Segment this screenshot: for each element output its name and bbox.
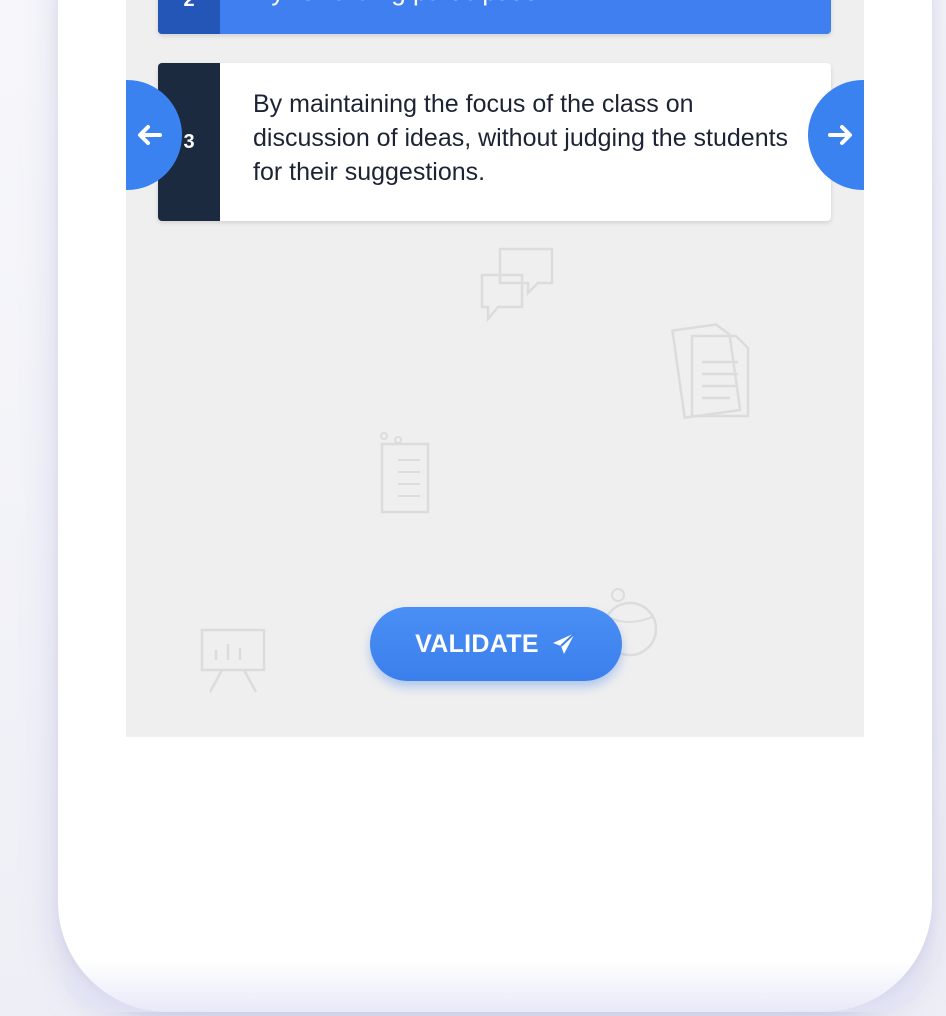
answer-option-3[interactable]: 3 By maintaining the focus of the class …: [158, 63, 831, 221]
quiz-screen: 2 By rewarding participation. 3 By maint…: [126, 0, 864, 737]
documents-icon: [671, 323, 750, 420]
validate-button[interactable]: VALIDATE: [370, 607, 622, 681]
presentation-board-icon: [200, 628, 266, 693]
arrow-left-icon: [138, 125, 162, 145]
chat-bubbles-icon: [480, 247, 554, 323]
arrow-right-icon: [828, 125, 852, 145]
answer-number: 2: [158, 0, 220, 34]
paper-plane-icon: [552, 632, 576, 654]
answer-option-2[interactable]: 2 By rewarding participation.: [158, 0, 831, 34]
clipboard-list-icon: [380, 432, 430, 514]
answer-text: By rewarding participation.: [220, 0, 560, 34]
answer-text: By maintaining the focus of the class on…: [253, 90, 789, 186]
validate-label: VALIDATE: [415, 629, 539, 658]
